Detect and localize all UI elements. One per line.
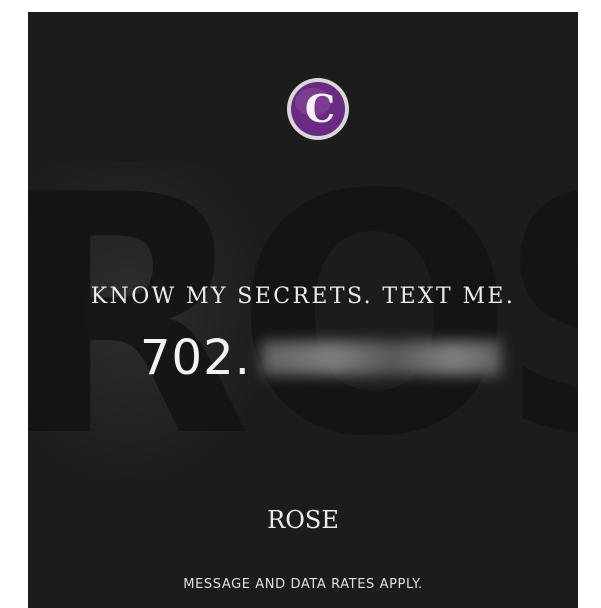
phone-prefix: 702. <box>140 330 251 386</box>
contact-name: ROSE <box>267 506 339 534</box>
background-glow <box>28 162 278 492</box>
brand-c-logo-icon: C <box>285 76 351 142</box>
tagline: KNOW MY SECRETS. TEXT ME. <box>90 284 516 309</box>
phone-redacted-blur <box>260 341 501 375</box>
ad-card: ROSE C KNOW MY SECRETS. TEXT ME. 702. RO… <box>28 12 578 608</box>
disclaimer-text: MESSAGE AND DATA RATES APPLY. <box>183 577 423 592</box>
logo-letter: C <box>305 86 335 131</box>
phone-number: 702. <box>140 330 501 386</box>
